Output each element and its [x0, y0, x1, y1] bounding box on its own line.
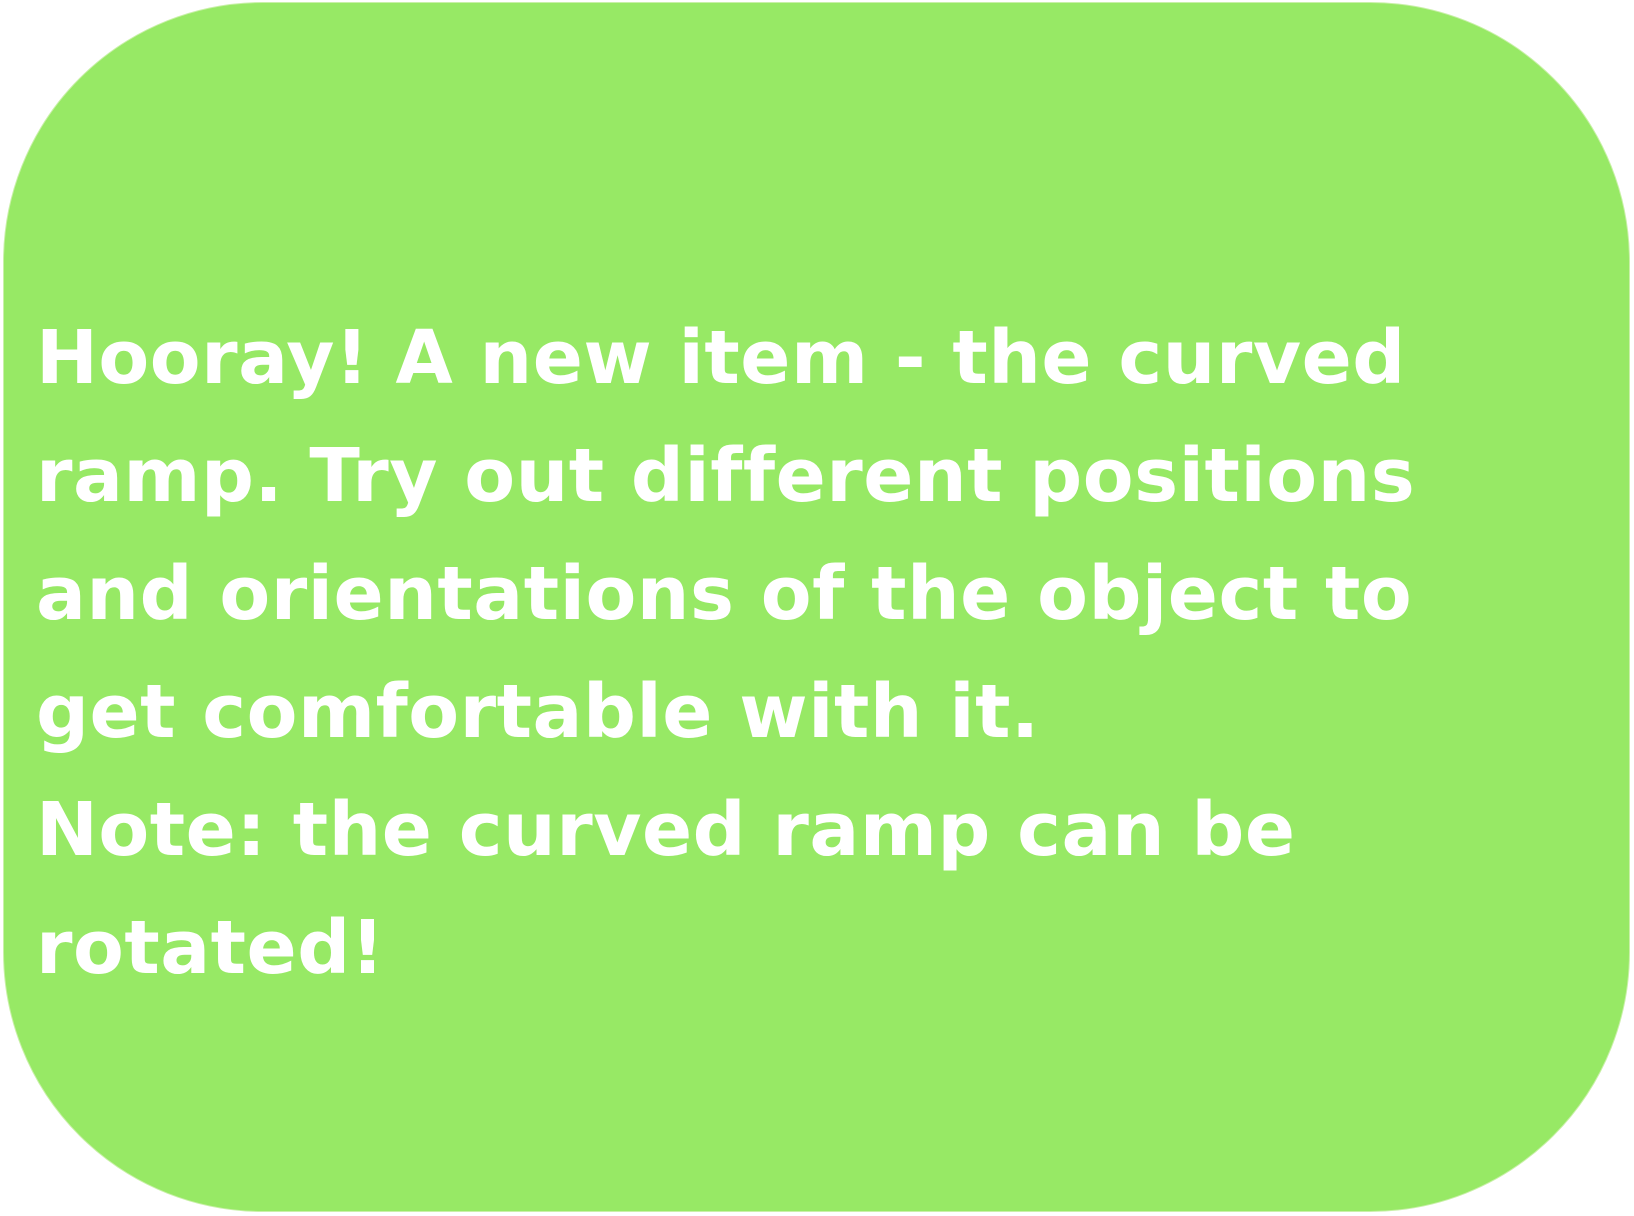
message-line: get comfortable with it. — [36, 669, 1040, 755]
message-line: and orientations of the object to — [36, 551, 1413, 637]
note-line: Note: the curved ramp can be — [36, 787, 1296, 873]
note-line: rotated! — [36, 905, 385, 991]
message-card: Hooray! A new item - the curved ramp. Tr… — [3, 2, 1630, 1212]
message-line: ramp. Try out different positions — [36, 433, 1416, 519]
message-text: Hooray! A new item - the curved ramp. Tr… — [36, 299, 1415, 1007]
message-line: Hooray! A new item - the curved — [36, 315, 1406, 401]
